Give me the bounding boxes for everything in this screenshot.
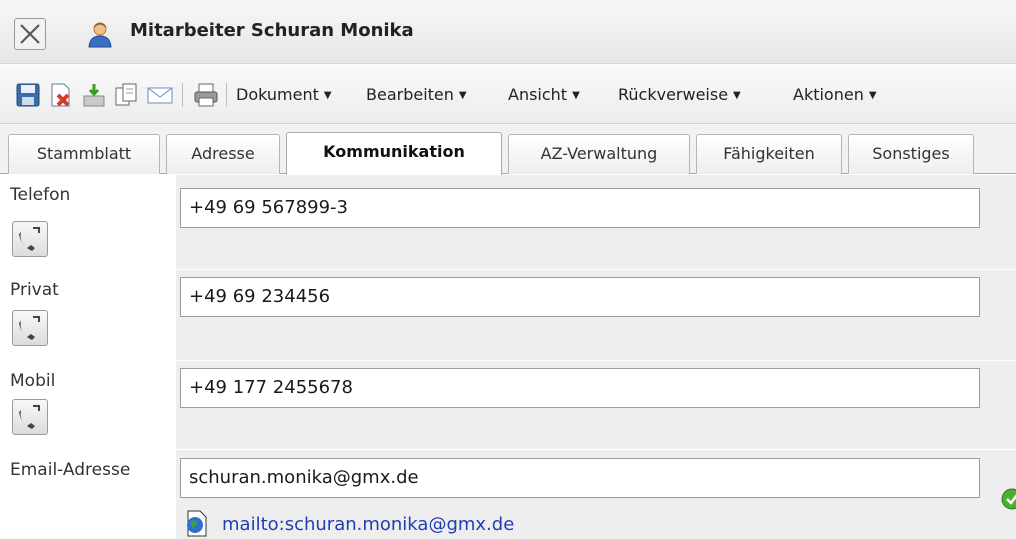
label-cell: Email-Adresse [0,450,175,539]
menu-rueckverweise[interactable]: Rückverweise ▼ [618,85,741,104]
field-cell: +49 69 234456 [176,270,1016,360]
label-cell: Privat [0,270,175,360]
web-link-icon [187,510,207,537]
field-cell: +49 177 2455678 [176,361,1016,449]
menu-ansicht[interactable]: Ansicht ▼ [508,85,580,104]
close-icon [20,24,40,44]
caret-down-icon: ▼ [323,90,332,101]
print-icon[interactable] [192,81,220,109]
tab-az-verwaltung[interactable]: AZ-Verwaltung [508,134,690,174]
privat-label: Privat [10,280,59,300]
tab-faehigkeiten[interactable]: Fähigkeiten [696,134,842,174]
tab-kommunikation[interactable]: Kommunikation [286,132,502,175]
delete-icon[interactable] [46,81,74,109]
field-cell: schuran.monika@gmx.de mailto:schuran.mon… [176,450,1016,539]
email-icon[interactable] [146,81,174,109]
mobil-input[interactable]: +49 177 2455678 [180,368,980,408]
close-button[interactable] [14,18,46,50]
toolbar-separator [182,83,183,107]
mailto-link[interactable]: mailto:schuran.monika@gmx.de [222,514,514,535]
menu-label: Dokument [236,85,319,104]
email-label: Email-Adresse [10,460,131,480]
label-cell: Mobil [0,361,175,449]
caret-down-icon: ▼ [458,90,467,101]
copy-icon[interactable] [112,81,140,109]
row-mobil: Mobil +49 177 2455678 [0,361,1016,449]
tab-bar: Stammblatt Adresse Kommunikation AZ-Verw… [0,124,1016,175]
phone-icon [19,405,40,429]
field-cell: +49 69 567899-3 [176,175,1016,269]
tab-adresse[interactable]: Adresse [166,134,280,174]
menu-bearbeiten[interactable]: Bearbeiten ▼ [366,85,467,104]
call-mobil-button[interactable] [12,399,48,435]
window-title: Mitarbeiter Schuran Monika [130,20,414,41]
person-icon [88,22,112,48]
menu-label: Bearbeiten [366,85,454,104]
call-privat-button[interactable] [12,310,48,346]
menu-dokument[interactable]: Dokument ▼ [236,85,332,104]
export-icon[interactable] [80,81,108,109]
telefon-input[interactable]: +49 69 567899-3 [180,188,980,228]
menu-label: Aktionen [793,85,864,104]
save-icon[interactable] [14,81,42,109]
privat-input[interactable]: +49 69 234456 [180,277,980,317]
tab-sonstiges[interactable]: Sonstiges [848,134,974,174]
caret-down-icon: ▼ [572,90,580,101]
email-input[interactable]: schuran.monika@gmx.de [180,458,980,498]
menu-label: Ansicht [508,85,568,104]
telefon-label: Telefon [10,185,71,205]
phone-icon [19,227,40,251]
phone-icon [19,316,40,340]
check-icon [1001,488,1016,510]
communication-form: Telefon +49 69 567899-3 Privat +49 69 23… [0,175,1016,539]
label-cell: Telefon [0,175,175,269]
mobil-label: Mobil [10,371,56,391]
toolbar: Dokument ▼ Bearbeiten ▼ Ansicht ▼ Rückverwe… [0,65,1016,124]
menu-aktionen[interactable]: Aktionen ▼ [793,85,877,104]
menu-label: Rückverweise [618,85,729,104]
tab-stammblatt[interactable]: Stammblatt [8,134,160,174]
row-telefon: Telefon +49 69 567899-3 [0,175,1016,269]
caret-down-icon: ▼ [733,90,741,101]
row-email: Email-Adresse schuran.monika@gmx.de mail… [0,450,1016,539]
caret-down-icon: ▼ [868,90,877,101]
row-privat: Privat +49 69 234456 [0,270,1016,360]
call-telefon-button[interactable] [12,221,48,257]
title-bar: Mitarbeiter Schuran Monika [0,0,1016,64]
toolbar-separator [226,83,227,107]
